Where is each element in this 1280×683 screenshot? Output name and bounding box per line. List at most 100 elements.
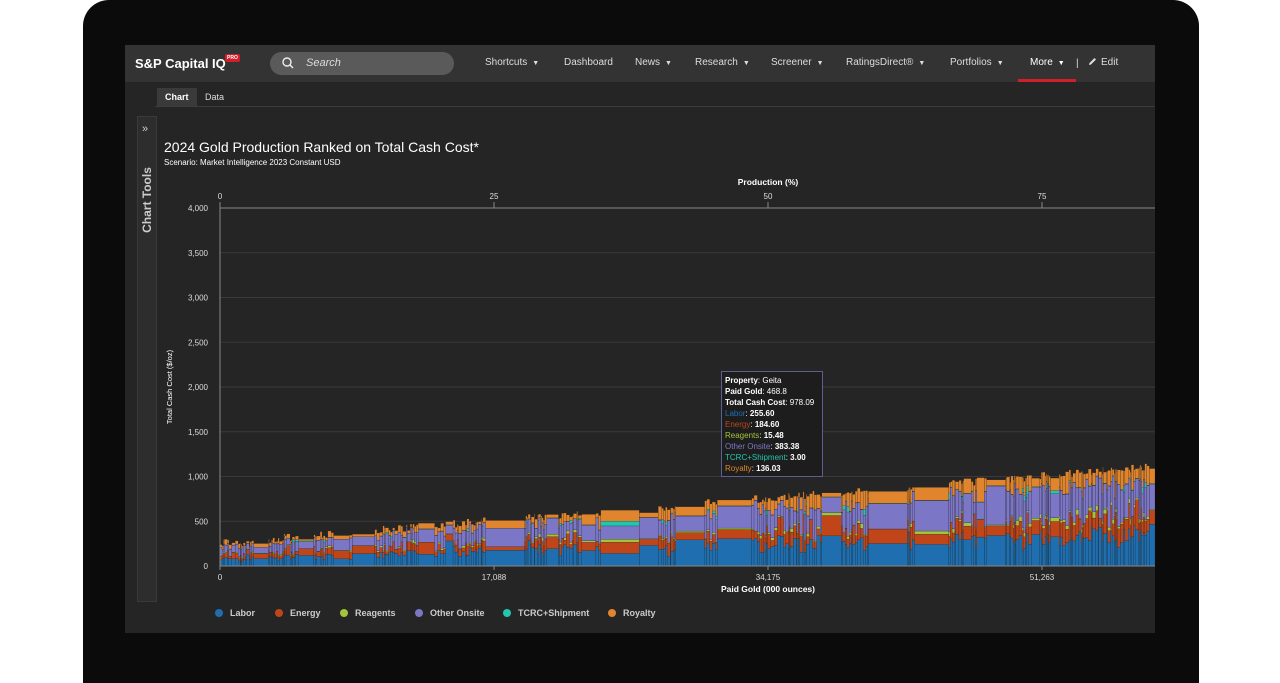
mine-bar[interactable] xyxy=(1139,464,1141,567)
mine-bar[interactable] xyxy=(253,543,269,567)
mine-bar[interactable] xyxy=(867,492,869,567)
mine-bar[interactable] xyxy=(955,481,960,567)
mine-bar[interactable] xyxy=(971,481,974,567)
mine-bar[interactable] xyxy=(842,494,846,567)
mine-bar[interactable] xyxy=(321,537,324,567)
mine-bar[interactable] xyxy=(274,541,277,567)
mine-bar[interactable] xyxy=(534,519,538,567)
mine-bar[interactable] xyxy=(440,523,444,567)
mine-bar[interactable] xyxy=(1062,475,1066,567)
mine-bar[interactable] xyxy=(481,521,484,567)
mine-bar[interactable] xyxy=(277,537,280,567)
mine-bar[interactable] xyxy=(1114,473,1116,567)
mine-bar[interactable] xyxy=(475,522,477,567)
mine-bar[interactable] xyxy=(770,500,775,567)
mine-bar[interactable] xyxy=(809,493,813,567)
mine-bar[interactable] xyxy=(796,496,799,567)
mine-bar[interactable] xyxy=(546,514,559,567)
mine-bar[interactable] xyxy=(764,497,767,567)
mine-bar[interactable] xyxy=(1092,472,1096,567)
mine-bar[interactable] xyxy=(540,515,543,567)
nav-item-portfolios[interactable]: Portfolios ▼ xyxy=(950,57,1004,68)
mine-bar[interactable] xyxy=(240,543,242,567)
mine-bar[interactable] xyxy=(524,520,526,567)
mine-bar[interactable] xyxy=(1095,468,1099,567)
app-logo[interactable]: S&P Capital IQ xyxy=(135,56,226,71)
mine-bar[interactable] xyxy=(294,537,296,567)
mine-bar[interactable] xyxy=(1133,469,1136,567)
mine-bar[interactable] xyxy=(908,487,910,567)
mine-bar[interactable] xyxy=(566,514,570,567)
mine-bar[interactable] xyxy=(1120,470,1124,567)
mine-bar[interactable] xyxy=(569,516,573,567)
mine-bar[interactable] xyxy=(1131,464,1134,567)
mine-bar[interactable] xyxy=(706,499,710,567)
mine-bar[interactable] xyxy=(411,527,413,567)
mine-bar[interactable] xyxy=(315,536,317,567)
mine-bar[interactable] xyxy=(1021,477,1024,567)
mine-bar[interactable] xyxy=(909,487,911,567)
mine-bar[interactable] xyxy=(1088,468,1092,567)
mine-bar[interactable] xyxy=(670,507,674,567)
mine-bar[interactable] xyxy=(406,524,408,567)
mine-bar[interactable] xyxy=(674,506,676,567)
mine-bar[interactable] xyxy=(1071,476,1073,567)
mine-bar[interactable] xyxy=(394,530,399,567)
mine-bar[interactable] xyxy=(704,500,707,567)
mine-bar[interactable] xyxy=(1138,467,1140,567)
mine-bar[interactable] xyxy=(231,542,236,567)
mine-bar[interactable] xyxy=(400,526,403,567)
nav-item-shortcuts[interactable]: Shortcuts ▼ xyxy=(485,57,539,68)
mine-bar[interactable] xyxy=(799,497,804,567)
mine-bar[interactable] xyxy=(846,492,850,567)
mine-bar[interactable] xyxy=(785,499,789,567)
mine-bar[interactable] xyxy=(1050,477,1060,567)
mine-bar[interactable] xyxy=(443,526,446,567)
mine-bar[interactable] xyxy=(466,518,470,567)
mine-bar[interactable] xyxy=(1082,472,1084,567)
mine-bar[interactable] xyxy=(1023,481,1026,567)
mine-bar[interactable] xyxy=(912,487,915,567)
mine-bar[interactable] xyxy=(860,491,864,567)
mine-bar[interactable] xyxy=(1117,469,1121,567)
mine-bar[interactable] xyxy=(245,545,247,567)
mine-bar[interactable] xyxy=(958,480,962,567)
mine-bar[interactable] xyxy=(1128,469,1131,567)
mine-bar[interactable] xyxy=(268,538,270,567)
mine-bar[interactable] xyxy=(573,513,577,567)
mine-bar[interactable] xyxy=(1134,468,1139,567)
mine-bar[interactable] xyxy=(715,504,718,567)
mine-bar[interactable] xyxy=(352,534,375,567)
mine-bar[interactable] xyxy=(282,540,285,567)
mine-bar[interactable] xyxy=(767,498,771,567)
mine-bar[interactable] xyxy=(1140,466,1142,567)
nav-item-screener[interactable]: Screener ▼ xyxy=(771,57,824,68)
mine-bar[interactable] xyxy=(407,530,411,567)
mine-bar[interactable] xyxy=(325,537,328,567)
mine-bar[interactable] xyxy=(661,508,664,567)
mine-bar[interactable] xyxy=(763,501,766,567)
mine-bar[interactable] xyxy=(525,515,528,567)
mine-bar[interactable] xyxy=(276,541,279,567)
mine-bar[interactable] xyxy=(374,529,377,567)
mine-bar[interactable] xyxy=(709,503,713,567)
mine-bar[interactable] xyxy=(670,507,672,567)
mine-bar[interactable] xyxy=(1110,467,1113,567)
mine-bar[interactable] xyxy=(907,489,909,567)
mine-bar[interactable] xyxy=(1107,470,1111,567)
legend-item-other-onsite[interactable]: Other Onsite xyxy=(415,608,485,618)
mine-bar[interactable] xyxy=(385,527,389,567)
mine-bar[interactable] xyxy=(805,493,807,567)
mine-bar[interactable] xyxy=(1010,475,1014,567)
mine-bar[interactable] xyxy=(759,501,763,567)
nav-item-more[interactable]: More ▼ xyxy=(1030,57,1065,68)
mine-bar[interactable] xyxy=(1143,470,1145,567)
mine-bar[interactable] xyxy=(1098,471,1102,567)
mine-bar[interactable] xyxy=(235,540,239,567)
legend-item-royalty[interactable]: Royalty xyxy=(608,608,656,618)
mine-bar[interactable] xyxy=(952,480,955,567)
mine-bar[interactable] xyxy=(757,502,760,567)
mine-bar[interactable] xyxy=(246,541,250,567)
mine-bar[interactable] xyxy=(803,498,807,567)
mine-bar[interactable] xyxy=(249,541,253,567)
